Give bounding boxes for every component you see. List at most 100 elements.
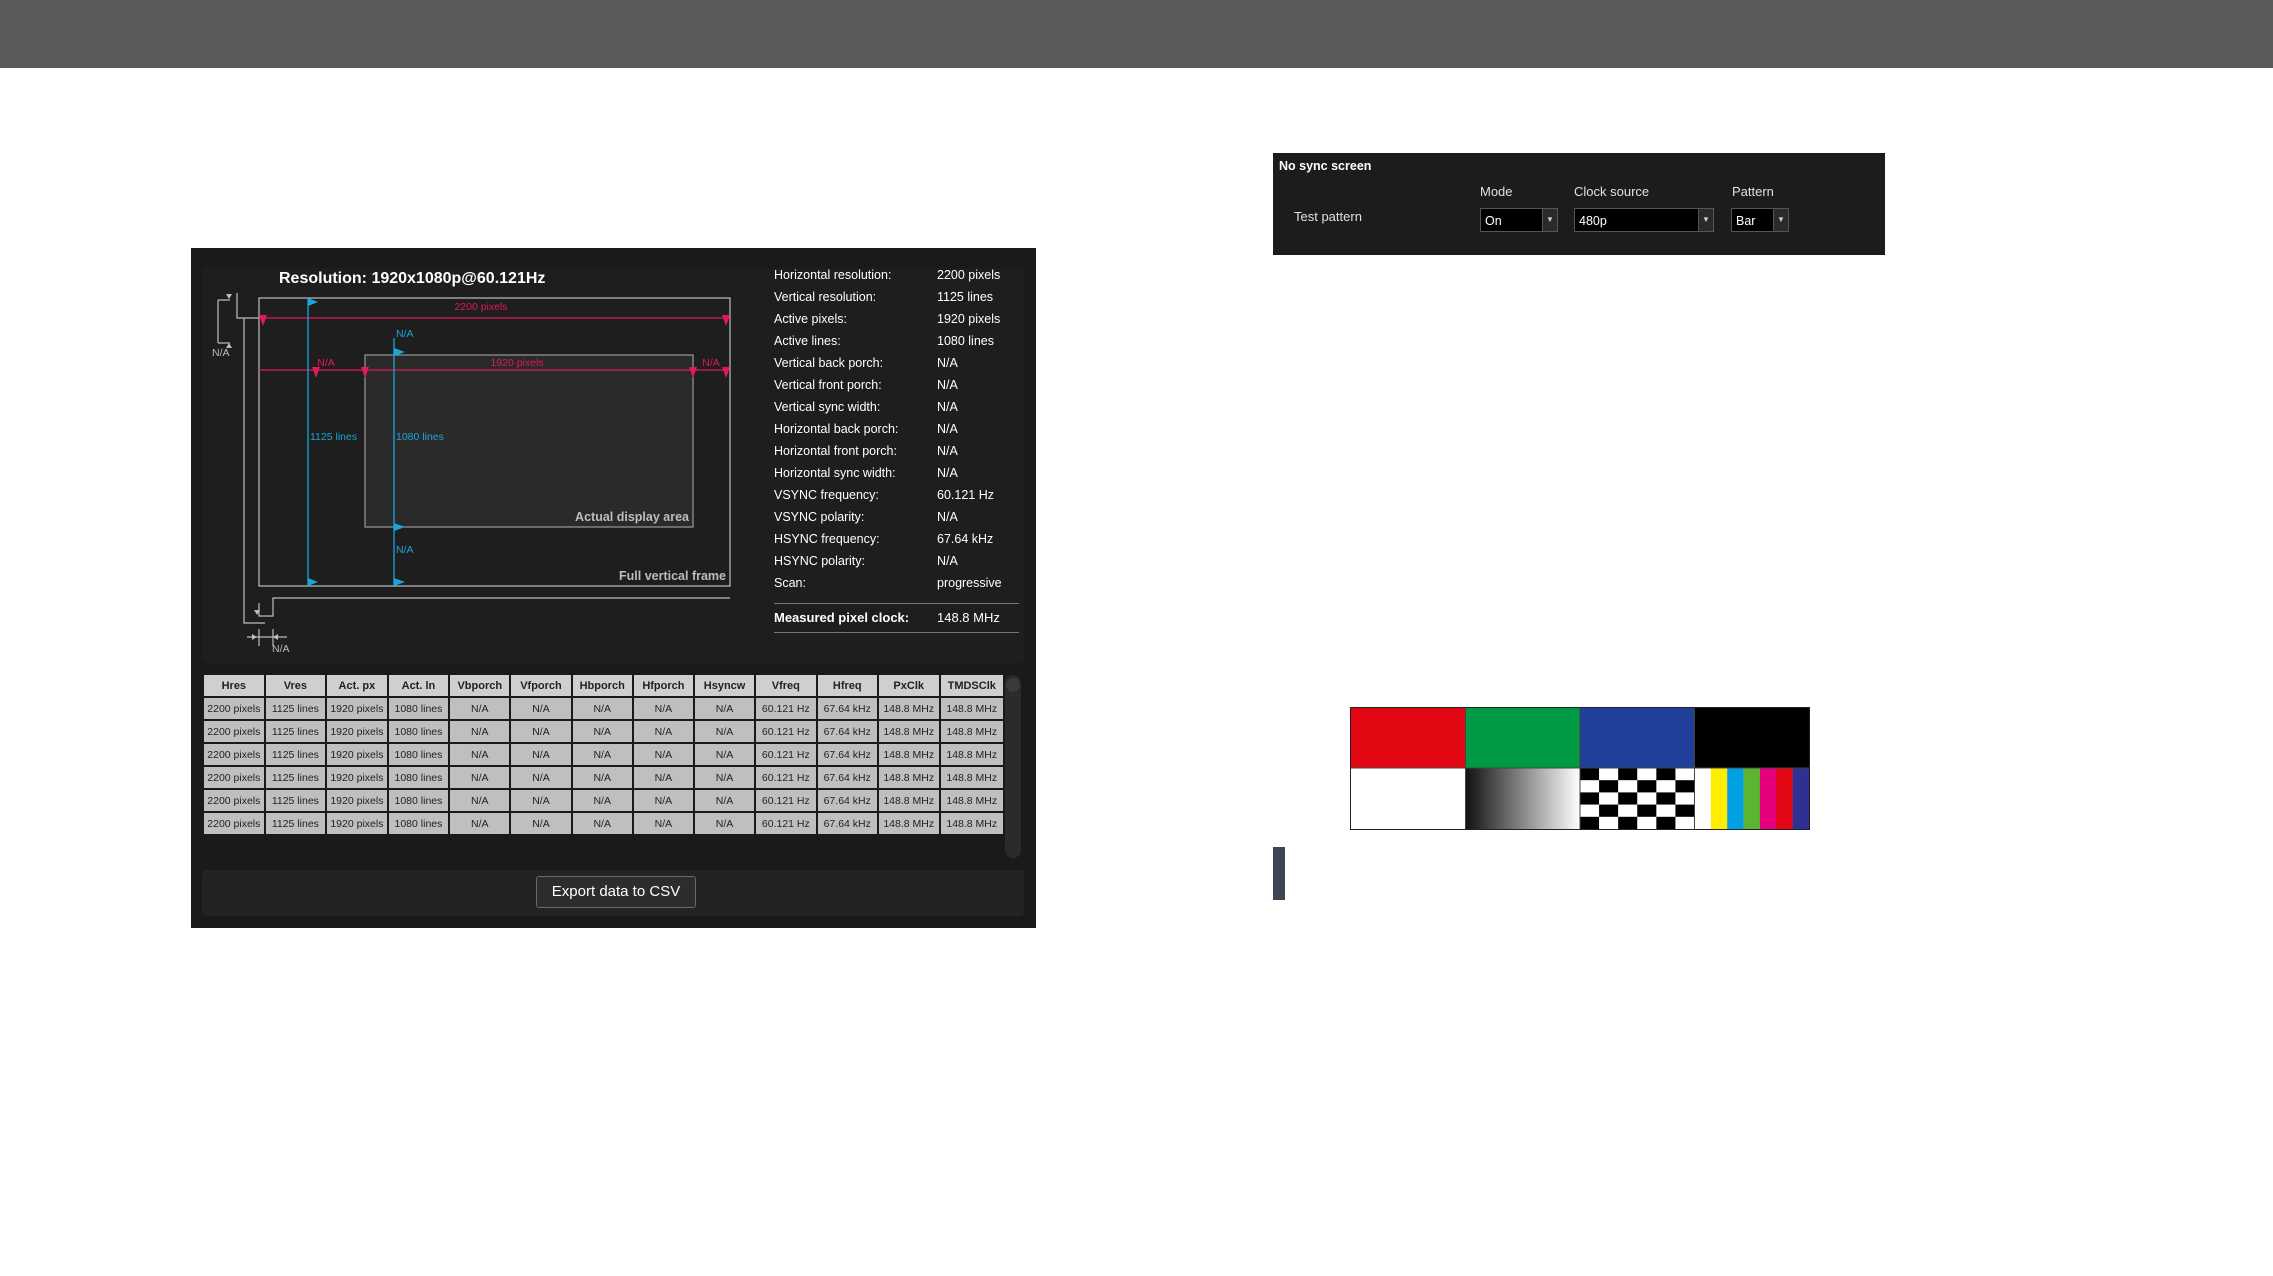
table-cell: 1125 lines bbox=[263, 696, 328, 721]
table-cell: 148.8 MHz bbox=[876, 765, 941, 790]
info-key: Vertical back porch: bbox=[774, 356, 884, 370]
table-header-cell[interactable]: Act. ln bbox=[386, 673, 451, 698]
table-cell: N/A bbox=[631, 765, 696, 790]
table-cell: 148.8 MHz bbox=[876, 696, 941, 721]
checker-square bbox=[1580, 816, 1600, 829]
checker-square bbox=[1599, 768, 1619, 781]
table-cell: 148.8 MHz bbox=[876, 719, 941, 744]
color-bar bbox=[1792, 768, 1809, 829]
table-cell: N/A bbox=[570, 696, 634, 721]
checker-square bbox=[1580, 804, 1600, 817]
table-cell: N/A bbox=[692, 811, 757, 836]
info-row: Active pixels: 1920 pixels bbox=[774, 312, 1024, 334]
checker-square bbox=[1637, 804, 1657, 817]
table-cell: N/A bbox=[692, 696, 757, 721]
chevron-down-icon[interactable]: ▼ bbox=[1698, 209, 1713, 231]
timing-table-container[interactable]: Hres Vres Act. px Act. ln Vbporch Vfporch Hbpo… bbox=[202, 673, 1005, 858]
table-cell: N/A bbox=[570, 742, 634, 767]
pattern-select[interactable]: Bar ▼ bbox=[1731, 208, 1789, 232]
v-sync-label: N/A bbox=[212, 347, 230, 359]
blue-swatch bbox=[1580, 708, 1695, 768]
clock-source-label: Clock source bbox=[1574, 184, 1650, 199]
info-row: Horizontal front porch: N/A bbox=[774, 444, 1024, 466]
test-pattern-label: Test pattern bbox=[1294, 209, 1362, 224]
table-scrollbar-thumb[interactable] bbox=[1006, 678, 1020, 692]
table-header-cell[interactable]: Vfreq bbox=[754, 673, 818, 698]
info-value: N/A bbox=[937, 554, 958, 568]
red-swatch bbox=[1351, 708, 1466, 768]
table-cell: N/A bbox=[448, 811, 512, 836]
table-cell: N/A bbox=[692, 719, 757, 744]
h-back-porch-label: N/A bbox=[317, 357, 335, 369]
v-front-porch-label: N/A bbox=[396, 544, 414, 556]
checker-square bbox=[1656, 768, 1676, 781]
pixel-clock-row: Measured pixel clock: 148.8 MHz bbox=[774, 610, 1024, 632]
table-cell: N/A bbox=[631, 788, 696, 813]
color-bars bbox=[1694, 768, 1809, 829]
clock-source-select[interactable]: 480p ▼ bbox=[1574, 208, 1714, 232]
table-header-cell[interactable]: PxClk bbox=[876, 673, 941, 698]
chevron-down-icon[interactable]: ▼ bbox=[1773, 209, 1788, 231]
table-scrollbar[interactable] bbox=[1005, 675, 1021, 858]
table-header-cell[interactable]: Hfreq bbox=[815, 673, 879, 698]
color-bar bbox=[1743, 768, 1761, 829]
note-marker bbox=[1273, 847, 1285, 900]
checker-square bbox=[1637, 792, 1657, 805]
table-header-cell[interactable]: Vbporch bbox=[448, 673, 512, 698]
info-key: Vertical resolution: bbox=[774, 290, 877, 304]
table-cell: N/A bbox=[448, 765, 512, 790]
checker-square bbox=[1580, 792, 1600, 805]
info-value: N/A bbox=[937, 378, 958, 392]
color-bar bbox=[1727, 768, 1744, 829]
table-cell: N/A bbox=[631, 811, 696, 836]
checker-square bbox=[1675, 780, 1695, 793]
table-cell: 2200 pixels bbox=[202, 719, 266, 744]
table-cell: 2200 pixels bbox=[202, 742, 266, 767]
table-header-cell[interactable]: Hres bbox=[202, 673, 266, 698]
table-cell: 1125 lines bbox=[263, 719, 328, 744]
info-value: N/A bbox=[937, 400, 958, 414]
table-header-cell[interactable]: Vres bbox=[263, 673, 328, 698]
table-cell: N/A bbox=[448, 719, 512, 744]
active-area-label: Actual display area bbox=[575, 510, 690, 524]
table-header-cell[interactable]: Act. px bbox=[325, 673, 389, 698]
table-header-cell[interactable]: Hsyncw bbox=[692, 673, 757, 698]
total-h-label: 2200 pixels bbox=[454, 301, 507, 313]
table-cell: 1125 lines bbox=[263, 742, 328, 767]
active-h-label: 1920 pixels bbox=[490, 357, 543, 369]
frame-label: Full vertical frame bbox=[619, 569, 726, 583]
info-key: VSYNC polarity: bbox=[774, 510, 865, 524]
table-cell: N/A bbox=[509, 742, 573, 767]
export-csv-button[interactable]: Export data to CSV bbox=[536, 876, 696, 908]
chevron-down-icon[interactable]: ▼ bbox=[1542, 209, 1557, 231]
table-cell: 1920 pixels bbox=[325, 765, 389, 790]
table-header-cell[interactable]: Vfporch bbox=[509, 673, 573, 698]
table-cell: 67.64 kHz bbox=[815, 742, 879, 767]
table-cell: 1080 lines bbox=[386, 811, 451, 836]
table-header-cell[interactable]: TMDSClk bbox=[938, 673, 1005, 698]
table-cell: N/A bbox=[509, 719, 573, 744]
info-key: Horizontal front porch: bbox=[774, 444, 897, 458]
table-cell: 1080 lines bbox=[386, 696, 451, 721]
table-cell: 2200 pixels bbox=[202, 696, 266, 721]
green-swatch bbox=[1465, 708, 1580, 768]
info-value: N/A bbox=[937, 444, 958, 458]
info-value: 1125 lines bbox=[937, 290, 994, 304]
mode-select[interactable]: On ▼ bbox=[1480, 208, 1558, 232]
info-key: VSYNC frequency: bbox=[774, 488, 879, 502]
table-cell: 148.8 MHz bbox=[876, 742, 941, 767]
table-cell: 148.8 MHz bbox=[938, 811, 1005, 836]
checker-square bbox=[1656, 780, 1676, 793]
info-value: 67.64 kHz bbox=[937, 532, 994, 546]
table-cell: 67.64 kHz bbox=[815, 719, 879, 744]
table-row: 2200 pixels 1125 lines 1920 pixels 1080 lin… bbox=[202, 765, 1005, 790]
checker-square bbox=[1599, 816, 1619, 829]
table-header-cell[interactable]: Hbporch bbox=[570, 673, 634, 698]
info-row: Vertical back porch: N/A bbox=[774, 356, 1024, 378]
table-cell: 1920 pixels bbox=[325, 696, 389, 721]
table-row: 2200 pixels 1125 lines 1920 pixels 1080 lin… bbox=[202, 788, 1005, 813]
table-header-cell[interactable]: Hfporch bbox=[631, 673, 696, 698]
pattern-label: Pattern bbox=[1732, 184, 1774, 199]
table-cell: 148.8 MHz bbox=[938, 696, 1005, 721]
checker-square bbox=[1637, 768, 1657, 781]
